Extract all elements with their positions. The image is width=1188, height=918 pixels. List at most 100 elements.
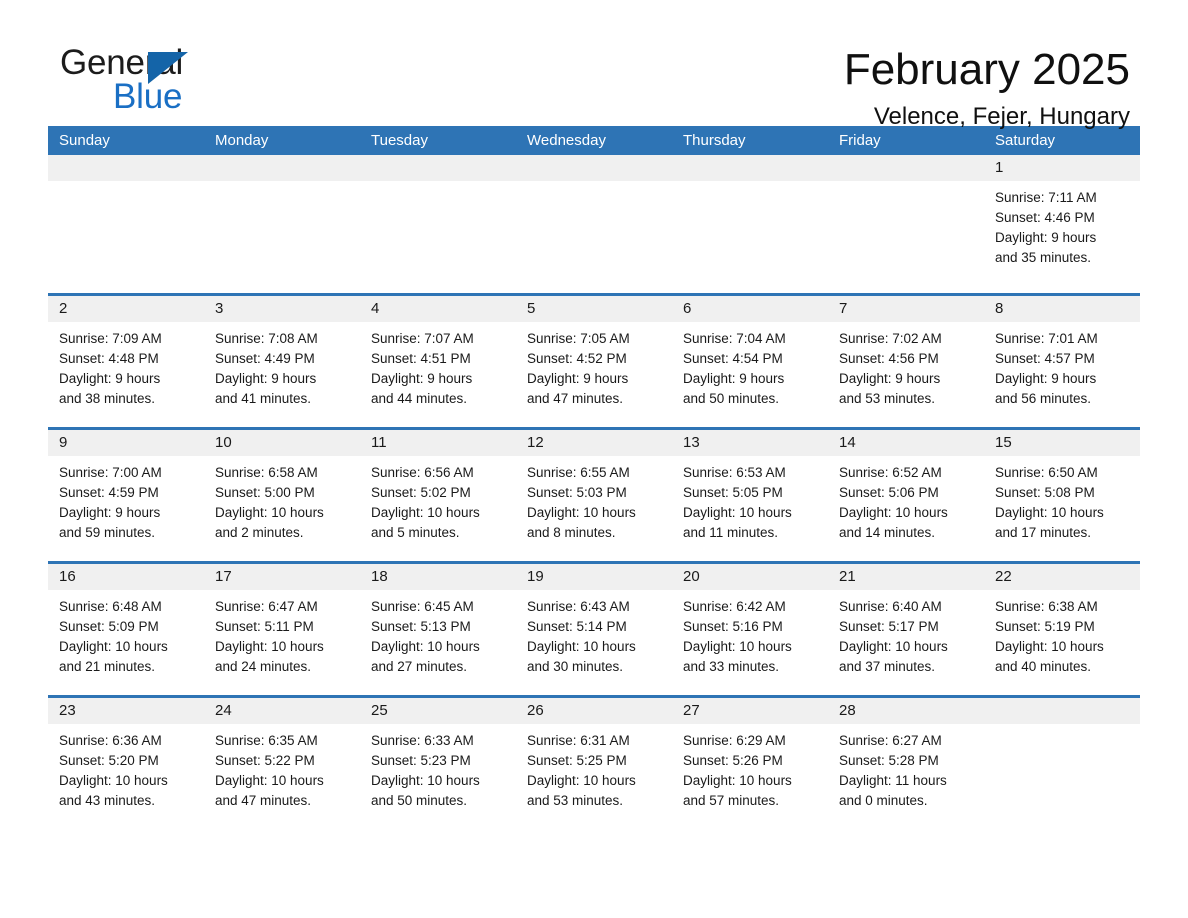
daylight-text-line1: Daylight: 10 hours (59, 773, 168, 788)
sunrise-text: Sunrise: 7:01 AM (995, 331, 1098, 346)
daylight-text-line2: and 43 minutes. (59, 793, 156, 808)
day-number: 8 (995, 300, 1004, 317)
day-number (48, 159, 59, 176)
day-cell[interactable] (672, 155, 828, 285)
day-number: 22 (995, 568, 1012, 585)
daylight-text-line1: Daylight: 10 hours (995, 639, 1104, 654)
day-details: Sunrise: 7:02 AM Sunset: 4:56 PM Dayligh… (828, 322, 984, 409)
day-cell[interactable]: 22 Sunrise: 6:38 AM Sunset: 5:19 PM Dayl… (984, 564, 1140, 687)
day-number: 7 (839, 300, 848, 317)
day-number: 12 (527, 434, 544, 451)
day-cell[interactable]: 27 Sunrise: 6:29 AM Sunset: 5:26 PM Dayl… (672, 698, 828, 821)
day-details: Sunrise: 7:08 AM Sunset: 4:49 PM Dayligh… (204, 322, 360, 409)
day-number: 16 (59, 568, 76, 585)
day-cell[interactable]: 8 Sunrise: 7:01 AM Sunset: 4:57 PM Dayli… (984, 296, 1140, 419)
day-cell[interactable]: 12 Sunrise: 6:55 AM Sunset: 5:03 PM Dayl… (516, 430, 672, 553)
day-cell[interactable]: 20 Sunrise: 6:42 AM Sunset: 5:16 PM Dayl… (672, 564, 828, 687)
title-block: February 2025 Velence, Fejer, Hungary (844, 44, 1140, 134)
day-number: 25 (371, 702, 388, 719)
daylight-text-line1: Daylight: 10 hours (215, 773, 324, 788)
day-cell[interactable] (984, 698, 1140, 821)
sunset-text: Sunset: 5:06 PM (839, 485, 939, 500)
day-number: 21 (839, 568, 856, 585)
day-cell[interactable]: 14 Sunrise: 6:52 AM Sunset: 5:06 PM Dayl… (828, 430, 984, 553)
sunset-text: Sunset: 5:23 PM (371, 753, 471, 768)
sunrise-text: Sunrise: 6:38 AM (995, 599, 1098, 614)
day-number-band: 28 (828, 698, 984, 724)
day-number: 27 (683, 702, 700, 719)
day-number: 15 (995, 434, 1012, 451)
day-number: 26 (527, 702, 544, 719)
sunrise-text: Sunrise: 7:09 AM (59, 331, 162, 346)
day-cell[interactable]: 18 Sunrise: 6:45 AM Sunset: 5:13 PM Dayl… (360, 564, 516, 687)
day-details: Sunrise: 7:11 AM Sunset: 4:46 PM Dayligh… (984, 181, 1140, 268)
day-details: Sunrise: 6:36 AM Sunset: 5:20 PM Dayligh… (48, 724, 204, 811)
day-number: 1 (995, 159, 1004, 176)
day-details: Sunrise: 6:38 AM Sunset: 5:19 PM Dayligh… (984, 590, 1140, 677)
day-number-band: 9 (48, 430, 204, 456)
day-details: Sunrise: 6:43 AM Sunset: 5:14 PM Dayligh… (516, 590, 672, 677)
day-cell[interactable] (48, 155, 204, 285)
generalblue-logo[interactable]: General Blue (48, 44, 248, 114)
sunset-text: Sunset: 4:49 PM (215, 351, 315, 366)
day-cell[interactable]: 11 Sunrise: 6:56 AM Sunset: 5:02 PM Dayl… (360, 430, 516, 553)
daylight-text-line2: and 30 minutes. (527, 659, 624, 674)
weekday-header-friday: Friday (839, 132, 881, 149)
daylight-text-line2: and 44 minutes. (371, 391, 468, 406)
day-cell[interactable]: 1 Sunrise: 7:11 AM Sunset: 4:46 PM Dayli… (984, 155, 1140, 285)
day-number-band: 8 (984, 296, 1140, 322)
logo-text-blue: Blue (113, 77, 183, 116)
weekday-header-saturday: Saturday (995, 132, 1056, 149)
day-details: Sunrise: 6:40 AM Sunset: 5:17 PM Dayligh… (828, 590, 984, 677)
day-number (984, 702, 995, 719)
day-cell[interactable]: 28 Sunrise: 6:27 AM Sunset: 5:28 PM Dayl… (828, 698, 984, 821)
day-cell[interactable]: 2 Sunrise: 7:09 AM Sunset: 4:48 PM Dayli… (48, 296, 204, 419)
day-number: 2 (59, 300, 68, 317)
daylight-text-line1: Daylight: 9 hours (839, 371, 941, 386)
sunrise-text: Sunrise: 7:04 AM (683, 331, 786, 346)
day-number-band: 3 (204, 296, 360, 322)
day-cell[interactable]: 16 Sunrise: 6:48 AM Sunset: 5:09 PM Dayl… (48, 564, 204, 687)
day-cell[interactable]: 15 Sunrise: 6:50 AM Sunset: 5:08 PM Dayl… (984, 430, 1140, 553)
day-cell[interactable]: 6 Sunrise: 7:04 AM Sunset: 4:54 PM Dayli… (672, 296, 828, 419)
day-number-band: 21 (828, 564, 984, 590)
day-cell[interactable] (360, 155, 516, 285)
day-cell[interactable]: 25 Sunrise: 6:33 AM Sunset: 5:23 PM Dayl… (360, 698, 516, 821)
day-number-band: 19 (516, 564, 672, 590)
day-details: Sunrise: 6:56 AM Sunset: 5:02 PM Dayligh… (360, 456, 516, 543)
day-cell[interactable]: 5 Sunrise: 7:05 AM Sunset: 4:52 PM Dayli… (516, 296, 672, 419)
day-cell[interactable]: 4 Sunrise: 7:07 AM Sunset: 4:51 PM Dayli… (360, 296, 516, 419)
daylight-text-line1: Daylight: 10 hours (839, 639, 948, 654)
day-cell[interactable] (516, 155, 672, 285)
daylight-text-line1: Daylight: 10 hours (371, 505, 480, 520)
sunrise-text: Sunrise: 7:05 AM (527, 331, 630, 346)
daylight-text-line1: Daylight: 9 hours (527, 371, 629, 386)
day-details: Sunrise: 6:27 AM Sunset: 5:28 PM Dayligh… (828, 724, 984, 811)
page-header: General Blue February 2025 Velence, Feje… (48, 0, 1140, 131)
day-cell[interactable]: 24 Sunrise: 6:35 AM Sunset: 5:22 PM Dayl… (204, 698, 360, 821)
day-cell[interactable]: 10 Sunrise: 6:58 AM Sunset: 5:00 PM Dayl… (204, 430, 360, 553)
sunrise-text: Sunrise: 6:53 AM (683, 465, 786, 480)
day-details: Sunrise: 6:33 AM Sunset: 5:23 PM Dayligh… (360, 724, 516, 811)
day-cell[interactable]: 13 Sunrise: 6:53 AM Sunset: 5:05 PM Dayl… (672, 430, 828, 553)
daylight-text-line1: Daylight: 10 hours (371, 639, 480, 654)
sunset-text: Sunset: 5:11 PM (215, 619, 314, 634)
daylight-text-line1: Daylight: 10 hours (683, 639, 792, 654)
weekday-header-monday: Monday (215, 132, 269, 149)
day-cell[interactable]: 7 Sunrise: 7:02 AM Sunset: 4:56 PM Dayli… (828, 296, 984, 419)
daylight-text-line2: and 38 minutes. (59, 391, 156, 406)
day-cell[interactable]: 21 Sunrise: 6:40 AM Sunset: 5:17 PM Dayl… (828, 564, 984, 687)
day-cell[interactable] (204, 155, 360, 285)
day-number-band: 13 (672, 430, 828, 456)
sunset-text: Sunset: 4:48 PM (59, 351, 159, 366)
day-cell[interactable]: 23 Sunrise: 6:36 AM Sunset: 5:20 PM Dayl… (48, 698, 204, 821)
daylight-text-line1: Daylight: 9 hours (995, 230, 1097, 245)
day-cell[interactable]: 26 Sunrise: 6:31 AM Sunset: 5:25 PM Dayl… (516, 698, 672, 821)
day-cell[interactable]: 19 Sunrise: 6:43 AM Sunset: 5:14 PM Dayl… (516, 564, 672, 687)
day-number: 20 (683, 568, 700, 585)
day-cell[interactable]: 9 Sunrise: 7:00 AM Sunset: 4:59 PM Dayli… (48, 430, 204, 553)
day-cell[interactable]: 17 Sunrise: 6:47 AM Sunset: 5:11 PM Dayl… (204, 564, 360, 687)
week-row: 9 Sunrise: 7:00 AM Sunset: 4:59 PM Dayli… (48, 427, 1140, 553)
day-cell[interactable]: 3 Sunrise: 7:08 AM Sunset: 4:49 PM Dayli… (204, 296, 360, 419)
day-cell[interactable] (828, 155, 984, 285)
